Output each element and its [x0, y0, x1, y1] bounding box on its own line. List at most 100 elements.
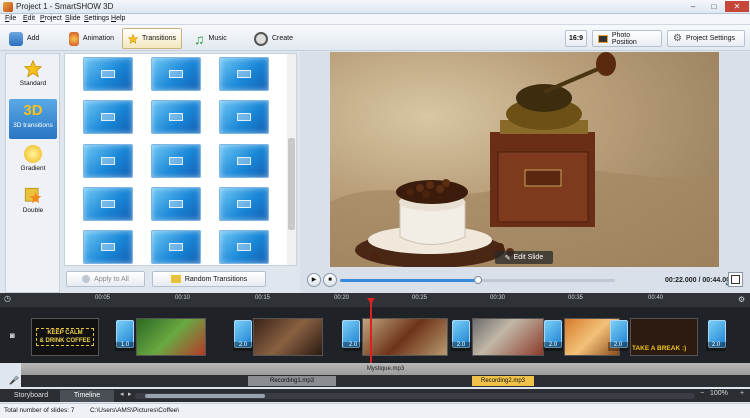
- playhead[interactable]: [367, 298, 375, 366]
- transition-thumb[interactable]: [83, 230, 133, 264]
- ruler-tick: 00:30: [490, 295, 506, 301]
- 3d-icon: 3D: [23, 102, 43, 119]
- slide1-title: KEEP CALM: [47, 330, 83, 336]
- settings-icon[interactable]: ⚙: [738, 295, 745, 304]
- tab-animation-label: Animation: [82, 35, 114, 42]
- slide-duration: 2.0: [706, 342, 726, 351]
- edit-slide-label: Edit Slide: [513, 254, 544, 261]
- timeline-slide-1[interactable]: KEEP CALM & DRINK COFFEE: [31, 318, 99, 356]
- category-double[interactable]: Double: [9, 184, 57, 224]
- random-transitions-button[interactable]: Random Transitions: [152, 271, 266, 287]
- aspect-ratio-button[interactable]: 16:9: [565, 30, 587, 47]
- transition-thumb[interactable]: [219, 144, 269, 178]
- transition-thumb[interactable]: [151, 144, 201, 178]
- project-path: C:\Users\AMS\Pictures\Coffee\: [90, 407, 180, 414]
- transition-thumb[interactable]: [151, 187, 201, 221]
- maximize-button[interactable]: □: [704, 1, 724, 12]
- tab-transitions[interactable]: Transitions: [122, 28, 182, 49]
- music-track-label: Mystique.mp3: [366, 366, 405, 372]
- edit-slide-button[interactable]: ✎ Edit Slide: [495, 251, 553, 264]
- progress-knob[interactable]: [473, 276, 482, 284]
- tab-create-label: Create: [272, 35, 294, 42]
- pencil-icon: ✎: [504, 254, 511, 262]
- photo-position-button[interactable]: Photo Position: [592, 30, 662, 47]
- slide-preview-image: [330, 52, 719, 267]
- ruler-tick: 00:20: [334, 295, 350, 301]
- scrollbar-thumb[interactable]: [288, 138, 295, 230]
- ruler-tick: 00:25: [412, 295, 428, 301]
- transition-thumb[interactable]: [151, 57, 201, 91]
- transition-thumb[interactable]: [151, 100, 201, 134]
- transition-thumb[interactable]: [219, 100, 269, 134]
- timeline-slide-4[interactable]: [362, 318, 448, 356]
- photo-position-label: Photo Position: [611, 31, 637, 46]
- tab-animation[interactable]: Animation: [63, 28, 120, 49]
- timeline-scrollbar[interactable]: [135, 393, 695, 399]
- slide-count: Total number of slides: 7: [4, 407, 75, 414]
- random-icon: [170, 275, 181, 283]
- apply-to-all-button[interactable]: Apply to All: [66, 271, 145, 287]
- slide-duration: 2.0: [543, 342, 563, 351]
- timeline-slide-7[interactable]: TAKE A BREAK :): [630, 318, 698, 356]
- timeline-slide-3[interactable]: [253, 318, 323, 356]
- random-transitions-label: Random Transitions: [184, 275, 248, 283]
- tab-add-label: Add: [27, 35, 40, 42]
- zoom-out-icon[interactable]: −: [700, 390, 704, 397]
- recording-2-clip[interactable]: Recording2.mp3: [472, 376, 534, 386]
- transition-thumb[interactable]: [151, 230, 201, 264]
- timeline-slide-5[interactable]: [472, 318, 544, 356]
- menu-file[interactable]: File: [5, 15, 16, 22]
- menu-project[interactable]: Project: [40, 15, 62, 22]
- playback-bar: ▶ ■ 00:22.000 / 00:44.000 🔊: [300, 270, 750, 292]
- category-3d-transitions[interactable]: 3D 3D transitions: [9, 99, 57, 139]
- ruler-tick: 00:05: [95, 295, 111, 301]
- transition-categories: Standard 3D 3D transitions Gradient Doub…: [5, 53, 60, 293]
- zoom-in-icon[interactable]: +: [740, 390, 744, 397]
- menu-settings[interactable]: Settings: [84, 15, 109, 22]
- scroll-right-icon[interactable]: ▸: [128, 390, 132, 398]
- tab-music[interactable]: ♫ Music: [188, 28, 238, 49]
- transition-thumb[interactable]: [219, 57, 269, 91]
- slide-duration: 2.0: [608, 342, 628, 351]
- tab-storyboard[interactable]: Storyboard: [4, 390, 58, 402]
- transition-thumb[interactable]: [83, 187, 133, 221]
- tab-create[interactable]: Create: [248, 28, 300, 49]
- coffee-grinder-photo: [330, 52, 719, 267]
- camera-icon[interactable]: ◙: [10, 331, 15, 340]
- transition-thumb[interactable]: [219, 187, 269, 221]
- timeline-slide-2[interactable]: [136, 318, 206, 356]
- recording-1-clip[interactable]: Recording1.mp3: [248, 376, 336, 386]
- ruler-tick: 00:10: [175, 295, 191, 301]
- transition-thumb[interactable]: [83, 100, 133, 134]
- project-settings-button[interactable]: ⚙ Project Settings: [667, 30, 745, 47]
- film-reel-icon: [254, 31, 268, 46]
- timeline-ruler[interactable]: ◷ 00:05 00:10 00:15 00:20 00:25 00:30 00…: [0, 293, 750, 307]
- slide-duration: 2.0: [233, 342, 253, 351]
- transitions-scrollbar[interactable]: [287, 54, 296, 265]
- music-note-icon: ♫: [194, 30, 205, 47]
- scroll-left-icon[interactable]: ◂: [120, 390, 124, 398]
- play-button[interactable]: ▶: [307, 273, 321, 287]
- double-star-icon: [24, 187, 42, 204]
- close-button[interactable]: ✕: [725, 1, 749, 12]
- category-gradient[interactable]: Gradient: [9, 142, 57, 182]
- scrollbar-thumb[interactable]: [145, 394, 265, 398]
- menu-edit[interactable]: Edit: [23, 15, 35, 22]
- gear-icon: ⚙: [673, 32, 682, 44]
- transition-thumb[interactable]: [219, 230, 269, 264]
- stop-button[interactable]: ■: [323, 273, 337, 287]
- tab-music-label: Music: [208, 35, 227, 42]
- tab-add[interactable]: Add: [3, 28, 59, 49]
- menu-help[interactable]: Help: [111, 15, 125, 22]
- music-track[interactable]: Mystique.mp3: [21, 363, 750, 375]
- menu-slide[interactable]: Slide: [65, 15, 81, 22]
- photo-icon: [598, 34, 608, 43]
- category-standard[interactable]: Standard: [9, 57, 57, 97]
- transition-thumb[interactable]: [83, 144, 133, 178]
- fullscreen-button[interactable]: [728, 272, 743, 287]
- playback-progress[interactable]: [340, 276, 615, 284]
- minimize-button[interactable]: –: [683, 1, 703, 12]
- category-double-label: Double: [22, 207, 44, 214]
- tab-timeline[interactable]: Timeline: [60, 390, 114, 402]
- transition-thumb[interactable]: [83, 57, 133, 91]
